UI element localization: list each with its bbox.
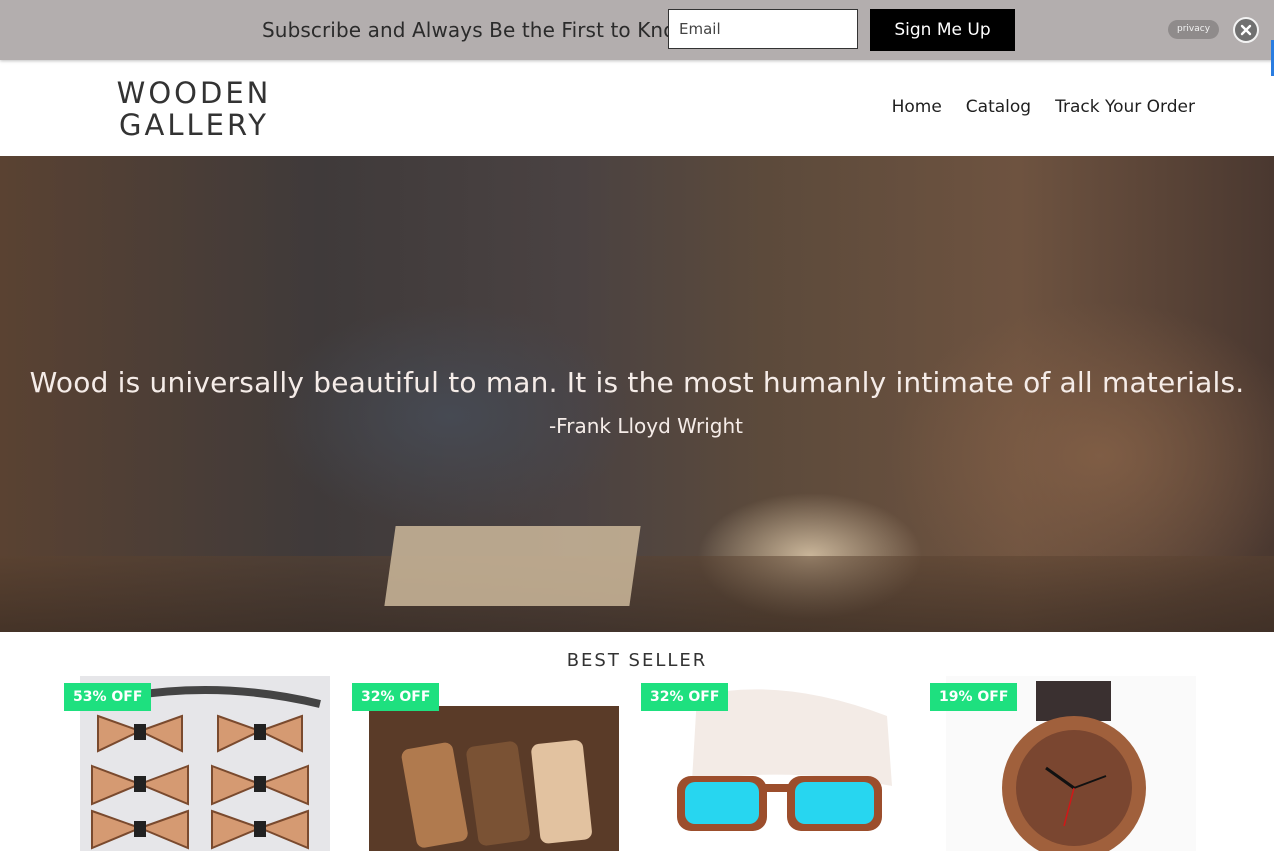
main-nav: Home Catalog Track Your Order <box>892 97 1195 117</box>
nav-catalog[interactable]: Catalog <box>966 97 1031 117</box>
hero-quote: Wood is universally beautiful to man. It… <box>29 366 1245 399</box>
hero-banner: Wood is universally beautiful to man. It… <box>0 156 1274 632</box>
product-card[interactable]: 32% OFF <box>352 676 622 851</box>
close-icon <box>1240 24 1252 36</box>
product-card[interactable]: 19% OFF <box>930 676 1200 851</box>
discount-badge: 19% OFF <box>930 683 1018 711</box>
logo-line-2: GALLERY <box>119 108 269 142</box>
discount-badge: 32% OFF <box>352 683 440 711</box>
sign-me-up-button[interactable]: Sign Me Up <box>870 9 1015 51</box>
close-button[interactable] <box>1233 17 1259 43</box>
email-input[interactable] <box>668 9 858 49</box>
discount-badge: 53% OFF <box>64 683 152 711</box>
hero-wood-block <box>384 526 641 606</box>
logo[interactable]: WOODEN GALLERY <box>114 77 274 141</box>
site-header: WOODEN GALLERY Home Catalog Track Your O… <box>0 60 1274 156</box>
nav-home[interactable]: Home <box>892 97 942 117</box>
discount-badge: 32% OFF <box>641 683 729 711</box>
product-card[interactable]: 53% OFF <box>64 676 334 851</box>
hero-bench <box>0 556 1274 632</box>
subscribe-text: Subscribe and Always Be the First to Kno… <box>262 18 692 42</box>
logo-line-1: WOODEN <box>116 76 272 110</box>
privacy-link[interactable]: privacy <box>1168 20 1219 39</box>
hero-author: -Frank Lloyd Wright <box>548 414 744 438</box>
nav-track-order[interactable]: Track Your Order <box>1055 97 1195 117</box>
subscribe-bar: Subscribe and Always Be the First to Kno… <box>0 0 1274 60</box>
best-seller-title: BEST SELLER <box>566 650 708 671</box>
product-card[interactable]: 32% OFF <box>641 676 911 851</box>
